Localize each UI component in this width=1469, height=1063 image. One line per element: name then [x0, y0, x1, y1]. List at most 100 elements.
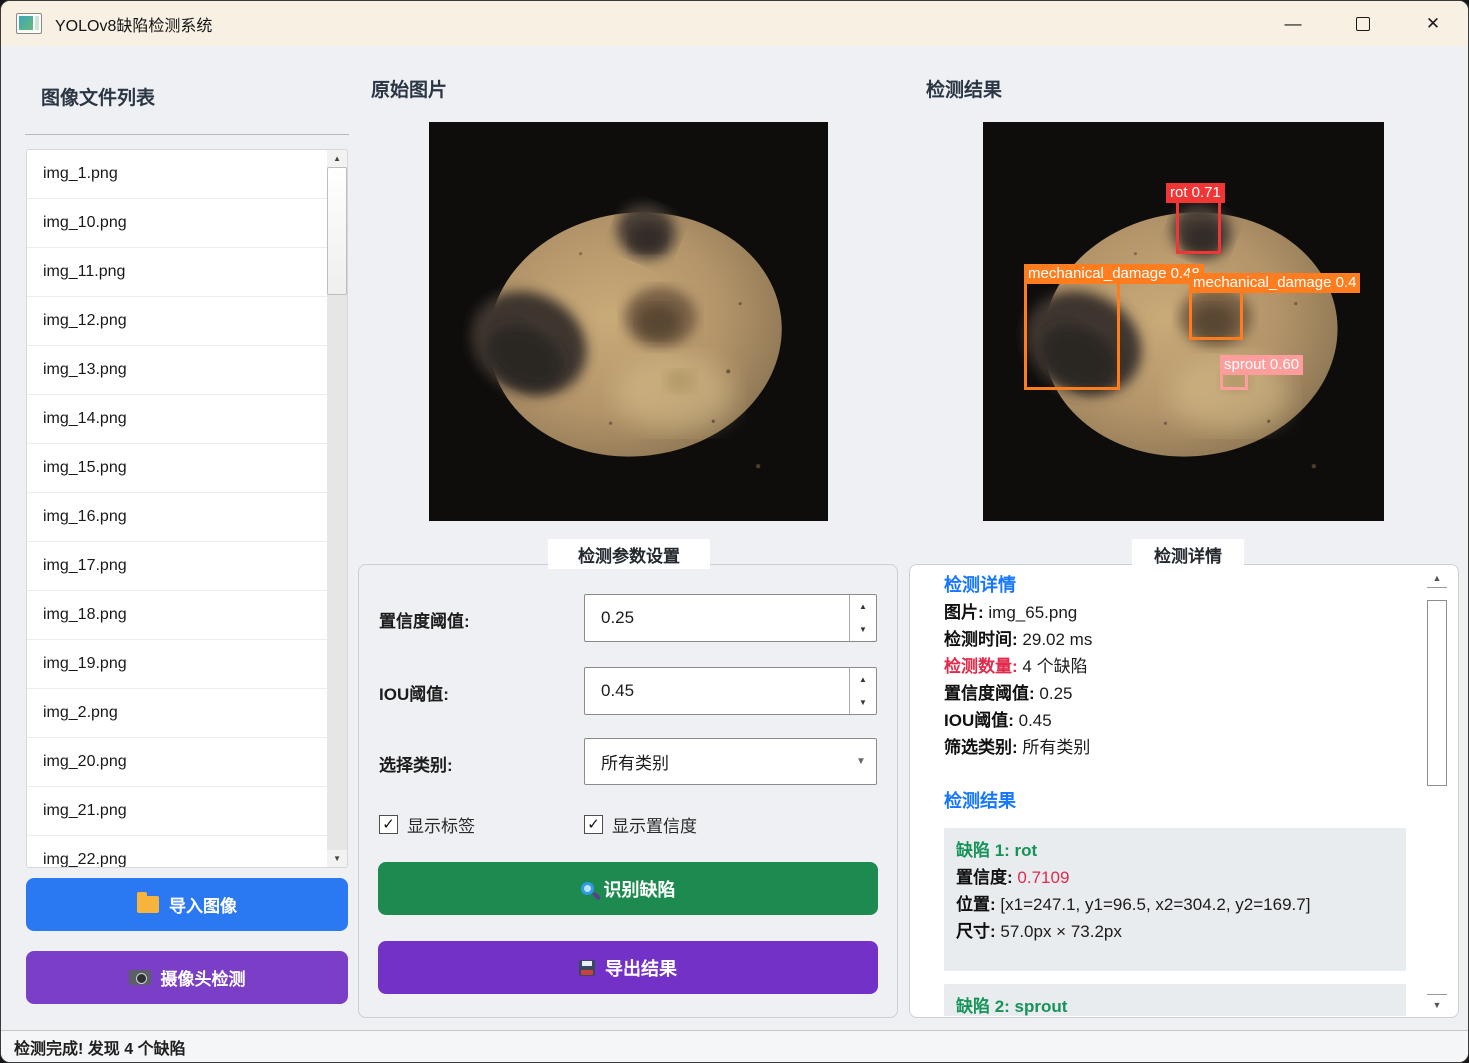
show-confidence-label: 显示置信度	[612, 812, 697, 837]
field-label: 图片:	[944, 603, 984, 622]
class-select-dropdown[interactable]: 所有类别 ▼	[584, 738, 877, 785]
confidence-spin-buttons: ▲ ▼	[849, 595, 876, 641]
chevron-down-icon: ▼	[846, 756, 876, 767]
image-file-list: img_1.png img_10.png img_11.png img_12.p…	[26, 149, 348, 868]
parameter-group-title: 检测参数设置	[548, 539, 710, 569]
original-image	[429, 122, 828, 521]
position-value: [x1=247.1, y1=96.5, x2=304.2, y2=169.7]	[1000, 895, 1310, 914]
field-value: 0.45	[1019, 711, 1052, 730]
file-list-heading: 图像文件列表	[41, 83, 155, 110]
position-field-label: 位置:	[956, 895, 996, 914]
field-label: 置信度阈值:	[944, 684, 1035, 703]
magnifier-icon	[581, 882, 594, 895]
field-value: 4 个缺陷	[1022, 657, 1087, 676]
field-value: img_65.png	[988, 603, 1077, 622]
spin-up-icon[interactable]: ▲	[850, 595, 876, 618]
show-labels-checkbox[interactable]: ✓	[379, 815, 398, 834]
details-scrollbar[interactable]: ▲ ▼	[1425, 568, 1449, 1014]
defect-title: 缺陷 2: sprout	[956, 993, 1394, 1016]
spin-up-icon[interactable]: ▲	[850, 668, 876, 691]
class-select-value: 所有类别	[585, 749, 846, 774]
export-results-button[interactable]: 导出结果	[378, 941, 878, 994]
iou-spin-buttons: ▲ ▼	[849, 668, 876, 714]
spin-down-icon[interactable]: ▼	[850, 618, 876, 641]
show-labels-checkbox-row[interactable]: ✓ 显示标签	[379, 812, 475, 837]
import-images-button[interactable]: 导入图像	[26, 878, 348, 931]
statusbar: 检测完成! 发现 4 个缺陷	[1, 1030, 1468, 1062]
list-item[interactable]: img_17.png	[27, 542, 327, 591]
detection-details-text: 检测详情 图片: img_65.png 检测时间: 29.02 ms 检测数量:…	[911, 566, 1425, 1016]
camera-button-label: 摄像头检测	[161, 965, 246, 990]
list-item[interactable]: img_15.png	[27, 444, 327, 493]
list-item[interactable]: img_16.png	[27, 493, 327, 542]
minimize-button[interactable]: —	[1270, 1, 1316, 46]
list-item[interactable]: img_10.png	[27, 199, 327, 248]
field-value: 0.25	[1039, 684, 1072, 703]
list-item[interactable]: img_1.png	[27, 150, 327, 199]
show-labels-label: 显示标签	[407, 812, 475, 837]
spin-down-icon[interactable]: ▼	[850, 691, 876, 714]
scrollbar-thumb[interactable]	[1427, 600, 1447, 786]
list-item[interactable]: img_22.png	[27, 836, 327, 868]
size-value: 57.0px × 73.2px	[1000, 922, 1121, 941]
window-title: YOLOv8缺陷检测系统	[55, 12, 212, 36]
bbox-label-mechanical-damage-1: mechanical_damage 0.48	[1024, 264, 1204, 284]
list-item[interactable]: img_2.png	[27, 689, 327, 738]
field-value: 29.02 ms	[1022, 630, 1092, 649]
detect-button-label: 识别缺陷	[604, 876, 676, 902]
confidence-input[interactable]	[585, 595, 849, 641]
field-label-count: 检测数量:	[944, 657, 1018, 676]
size-field-label: 尺寸:	[956, 922, 996, 941]
confidence-value: 0.7109	[1017, 868, 1069, 887]
scrollbar-thumb[interactable]	[327, 167, 347, 295]
list-item[interactable]: img_19.png	[27, 640, 327, 689]
maximize-button[interactable]	[1340, 1, 1386, 46]
confidence-spinbox[interactable]: ▲ ▼	[584, 594, 877, 642]
confidence-field-label: 置信度:	[956, 868, 1013, 887]
defect-title: 缺陷 1: rot	[956, 837, 1394, 864]
bbox-label-rot: rot 0.71	[1166, 183, 1225, 203]
field-label: 筛选类别:	[944, 738, 1018, 757]
import-button-label: 导入图像	[169, 892, 237, 917]
bbox-label-mechanical-damage-2: mechanical_damage 0.4	[1189, 273, 1360, 293]
list-item[interactable]: img_18.png	[27, 591, 327, 640]
app-window: YOLOv8缺陷检测系统 — ✕ 图像文件列表 原始图片 检测结果 img_1.…	[0, 0, 1469, 1063]
list-item[interactable]: img_14.png	[27, 395, 327, 444]
camera-detect-button[interactable]: 摄像头检测	[26, 951, 348, 1004]
list-item[interactable]: img_12.png	[27, 297, 327, 346]
class-select-label: 选择类别:	[379, 751, 453, 776]
file-list-scrollbar[interactable]: ▲ ▼	[327, 150, 347, 867]
list-item[interactable]: img_21.png	[27, 787, 327, 836]
list-item[interactable]: img_11.png	[27, 248, 327, 297]
details-group-title: 检测详情	[1132, 539, 1244, 569]
close-button[interactable]: ✕	[1410, 1, 1456, 46]
potato-photo	[429, 122, 828, 521]
camera-icon	[129, 970, 151, 985]
field-label: IOU阈值:	[944, 711, 1014, 730]
list-item[interactable]: img_20.png	[27, 738, 327, 787]
status-text: 检测完成! 发现 4 个缺陷	[14, 1035, 186, 1059]
scroll-up-icon[interactable]: ▲	[327, 150, 347, 167]
bbox-mechanical-damage-2	[1189, 288, 1243, 340]
results-heading: 检测结果	[944, 788, 1417, 815]
bbox-rot	[1176, 199, 1221, 254]
iou-input[interactable]	[585, 668, 849, 714]
iou-spinbox[interactable]: ▲ ▼	[584, 667, 877, 715]
app-icon	[16, 13, 42, 34]
show-confidence-checkbox-row[interactable]: ✓ 显示置信度	[584, 812, 697, 837]
save-icon	[579, 960, 595, 976]
window-controls: — ✕	[1246, 1, 1456, 46]
scroll-down-icon[interactable]: ▼	[1427, 994, 1447, 1014]
confidence-label: 置信度阈值:	[379, 607, 470, 632]
detected-image: mechanical_damage 0.48 rot 0.71 mechanic…	[983, 122, 1384, 521]
iou-label: IOU阈值:	[379, 680, 449, 705]
list-item[interactable]: img_13.png	[27, 346, 327, 395]
field-label: 检测时间:	[944, 630, 1018, 649]
scroll-down-icon[interactable]: ▼	[327, 850, 347, 867]
detect-defects-button[interactable]: 识别缺陷	[378, 862, 878, 915]
folder-icon	[137, 896, 159, 913]
scroll-up-icon[interactable]: ▲	[1427, 568, 1447, 588]
defect-card: 缺陷 1: rot 置信度: 0.7109 位置: [x1=247.1, y1=…	[944, 828, 1406, 971]
details-heading: 检测详情	[944, 572, 1417, 599]
show-confidence-checkbox[interactable]: ✓	[584, 815, 603, 834]
